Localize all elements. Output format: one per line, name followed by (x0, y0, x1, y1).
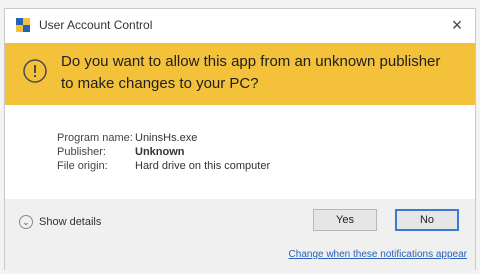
info-value: Hard drive on this computer (135, 160, 271, 172)
title-bar: User Account Control × (5, 9, 475, 41)
info-row-publisher: Publisher: Unknown (57, 145, 270, 159)
chevron-down-icon: ⌄ (19, 215, 33, 229)
warning-icon (23, 59, 47, 83)
notification-settings-link[interactable]: Change when these notifications appear (289, 249, 467, 260)
info-label: Program name: (57, 132, 133, 144)
shield-icon (15, 17, 31, 33)
info-row-program-name: Program name: UninsHs.exe (57, 131, 270, 145)
info-label: Publisher: (57, 146, 106, 158)
window-title: User Account Control (39, 18, 153, 32)
no-button[interactable]: No (395, 209, 459, 231)
banner-message: Do you want to allow this app from an un… (61, 53, 441, 92)
close-icon: × (451, 14, 463, 35)
dialog-footer: ⌄ Show details Yes No Change when these … (5, 199, 475, 271)
show-details-label: Show details (39, 216, 102, 228)
yes-button[interactable]: Yes (313, 209, 377, 231)
info-label: File origin: (57, 160, 108, 172)
info-value: Unknown (135, 146, 185, 158)
program-info: Program name: UninsHs.exe Publisher: Unk… (57, 131, 270, 173)
uac-dialog: User Account Control × Do you want to al… (4, 8, 476, 271)
info-value: UninsHs.exe (135, 132, 198, 144)
show-details-toggle[interactable]: ⌄ Show details (19, 215, 101, 229)
info-row-file-origin: File origin: Hard drive on this computer (57, 159, 270, 173)
warning-banner: Do you want to allow this app from an un… (5, 43, 475, 105)
close-button[interactable]: × (445, 13, 469, 37)
